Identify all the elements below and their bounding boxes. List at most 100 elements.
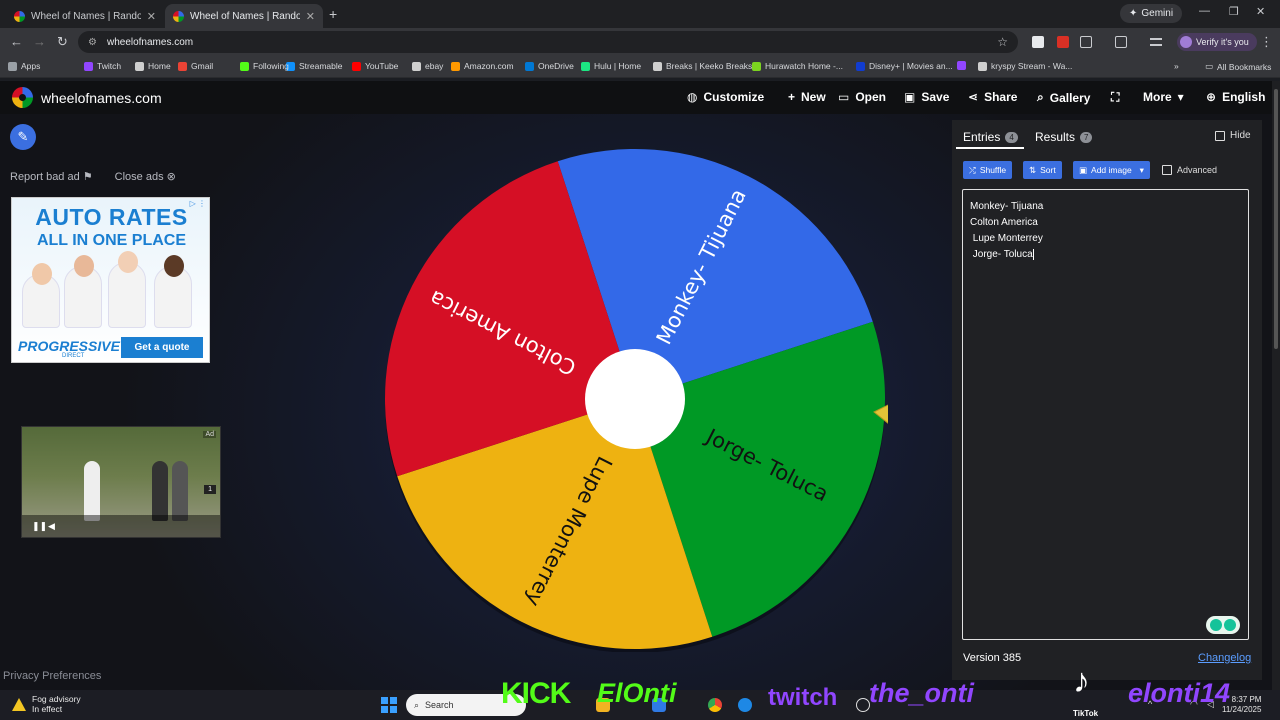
tab-entries[interactable]: Entries 4: [963, 130, 1018, 144]
nav-english-button[interactable]: ⊕ English: [1206, 90, 1265, 104]
extension-icon[interactable]: [1057, 36, 1069, 48]
sort-button[interactable]: ⇅ Sort: [1023, 161, 1062, 179]
bookmark-item[interactable]: ebay: [412, 61, 443, 71]
site-info-icon[interactable]: ⚙: [88, 37, 97, 48]
get-a-quote-button[interactable]: Get a quote: [121, 337, 203, 358]
grammarly-icon[interactable]: [1206, 616, 1240, 634]
bookmark-item[interactable]: YouTube: [352, 61, 398, 71]
video-ad[interactable]: Ad 1 ❚❚ ◀: [21, 426, 221, 538]
name-wheel[interactable]: Monkey- TijuanaJorge- TolucaLupe Monterr…: [382, 146, 888, 652]
browser-tab-strip: Wheel of Names | Random name picker ✕ Wh…: [0, 0, 1280, 28]
bookmark-item[interactable]: OneDrive: [525, 61, 574, 71]
bookmark-item[interactable]: [957, 61, 970, 70]
nav-gallery-button[interactable]: ⌕ Gallery: [1037, 90, 1090, 105]
nav-customize-button[interactable]: ◍ Customize: [687, 90, 764, 104]
windows-start-icon[interactable]: [381, 697, 397, 713]
volume-icon[interactable]: ◀: [48, 521, 55, 532]
app-icon[interactable]: [738, 698, 752, 712]
bookmarks-bar: kryspy Stream - Wa... Disney+ | Movies an…: [0, 56, 1280, 78]
nav-more-button[interactable]: More ▾: [1143, 90, 1184, 104]
bookmark-item[interactable]: Home: [135, 61, 171, 71]
bookmark-item[interactable]: Breaks | Keeko Breaks: [653, 61, 752, 71]
minimize-icon[interactable]: —: [1199, 5, 1210, 17]
changelog-link[interactable]: Changelog: [1198, 652, 1251, 664]
page-scrollbar[interactable]: [1272, 81, 1280, 690]
bookmark-item[interactable]: Following: [240, 61, 289, 71]
entry-line[interactable]: Lupe Monterrey: [970, 231, 1241, 247]
privacy-preferences-link[interactable]: Privacy Preferences: [3, 670, 101, 682]
advanced-checkbox[interactable]: Advanced: [1162, 165, 1217, 175]
chevron-down-icon: ▾: [1139, 164, 1144, 175]
bookmark-label: Following: [253, 61, 289, 71]
tab-search-icon[interactable]: [1115, 36, 1127, 48]
wheel-center-hub[interactable]: [585, 349, 685, 449]
extension-icon[interactable]: [1032, 36, 1044, 48]
pause-icon[interactable]: ❚❚: [32, 521, 47, 532]
bookmark-label: kryspy Stream - Wa...: [991, 61, 1073, 71]
entry-line[interactable]: Jorge- Toluca: [970, 247, 1241, 263]
profile-button[interactable]: Verify it's you: [1177, 33, 1257, 51]
bookmark-item[interactable]: Disney+ | Movies an...: [856, 61, 953, 71]
checkbox[interactable]: [1162, 165, 1172, 175]
bookmark-item[interactable]: kryspy Stream - Wa...: [978, 61, 1072, 71]
scrollbar-thumb[interactable]: [1274, 89, 1278, 349]
close-icon[interactable]: ✕: [147, 10, 156, 23]
shuffle-button[interactable]: ⤮ Shuffle: [963, 161, 1013, 179]
bookmark-item[interactable]: Apps: [8, 61, 40, 71]
nav-new-button[interactable]: + New: [788, 90, 826, 104]
browser-tab-2[interactable]: Wheel of Names | Random name picker ✕: [165, 4, 323, 28]
browser-tab-1[interactable]: Wheel of Names | Random name picker ✕: [6, 4, 164, 28]
weather-widget[interactable]: Fog advisory In effect: [12, 694, 81, 714]
progressive-ad-banner[interactable]: ▷ ⋮ AUTO RATES ALL IN ONE PLACE PROGRESS…: [11, 197, 210, 363]
bookmark-star-icon[interactable]: ☆: [997, 35, 1008, 49]
nav-save-button[interactable]: ▣ Save: [904, 90, 949, 104]
file-icon: +: [788, 90, 796, 104]
tab-results[interactable]: Results 7: [1035, 130, 1093, 144]
media-icon[interactable]: [1150, 38, 1162, 46]
back-icon[interactable]: ←: [10, 34, 23, 49]
chrome-icon[interactable]: [708, 698, 722, 712]
entry-line[interactable]: Colton America: [970, 215, 1241, 231]
reload-icon[interactable]: ↻: [57, 34, 68, 50]
nav-label: Open: [855, 90, 887, 104]
address-bar[interactable]: ⚙ wheelofnames.com ☆: [78, 31, 1018, 53]
extensions-puzzle-icon[interactable]: [1080, 36, 1092, 48]
maximize-icon[interactable]: ❐: [1229, 5, 1239, 18]
close-ads-link[interactable]: Close ads ⊗: [115, 170, 176, 183]
all-bookmarks[interactable]: ▭ All Bookmarks: [1205, 61, 1271, 72]
bookmark-item[interactable]: Hurawatch Home -...: [752, 61, 843, 71]
bookmark-favicon-icon: [240, 61, 249, 71]
nav-open-button[interactable]: ▭ Open: [838, 90, 886, 104]
report-bad-ad-link[interactable]: Report bad ad ⚑: [10, 170, 93, 183]
checkbox[interactable]: [1215, 130, 1225, 141]
forward-icon[interactable]: →: [33, 34, 46, 49]
bookmark-item[interactable]: Twitch: [84, 61, 121, 71]
entry-line[interactable]: Monkey- Tijuana: [970, 199, 1241, 215]
gemini-button[interactable]: ✦ Gemini: [1120, 4, 1183, 23]
browser-toolbar: ← → ↻ ⚙ wheelofnames.com ☆ Verify it's y…: [0, 28, 1280, 56]
add-image-button[interactable]: ▣ Add image ▾: [1073, 161, 1150, 179]
bookmark-item[interactable]: Amazon.com: [451, 61, 514, 71]
bookmark-item[interactable]: Gmail: [178, 61, 213, 71]
hide-checkbox[interactable]: Hide: [1215, 130, 1251, 141]
bookmark-item[interactable]: Streamable: [286, 61, 342, 71]
nav-share-button[interactable]: ⋖ Share: [968, 90, 1017, 104]
menu-dots-icon[interactable]: ⋮: [1260, 34, 1273, 50]
close-ads-label: Close ads: [114, 171, 164, 183]
overlay-twitch-logo: twitch: [768, 684, 838, 711]
new-tab-icon[interactable]: +: [329, 6, 337, 22]
search-icon: ⌕: [1037, 90, 1044, 104]
bookmark-item[interactable]: Hulu | Home: [581, 61, 641, 71]
edit-pencil-button[interactable]: ✎: [10, 124, 36, 150]
entries-textarea[interactable]: Monkey- Tijuana Colton America Lupe Monte…: [962, 189, 1249, 640]
close-icon[interactable]: ✕: [306, 10, 315, 23]
obs-icon[interactable]: [856, 698, 870, 712]
nav-label: English: [1222, 90, 1266, 104]
entries-count-badge: 4: [1005, 131, 1018, 143]
wheel-logo-icon[interactable]: [12, 87, 33, 108]
nav-fullscreen-button[interactable]: ⛶: [1111, 90, 1125, 105]
bookmarks-overflow-icon[interactable]: »: [1174, 61, 1179, 71]
ad-people-image: [18, 251, 204, 328]
brand-title[interactable]: wheelofnames.com: [41, 90, 162, 106]
window-close-icon[interactable]: ✕: [1256, 5, 1265, 18]
